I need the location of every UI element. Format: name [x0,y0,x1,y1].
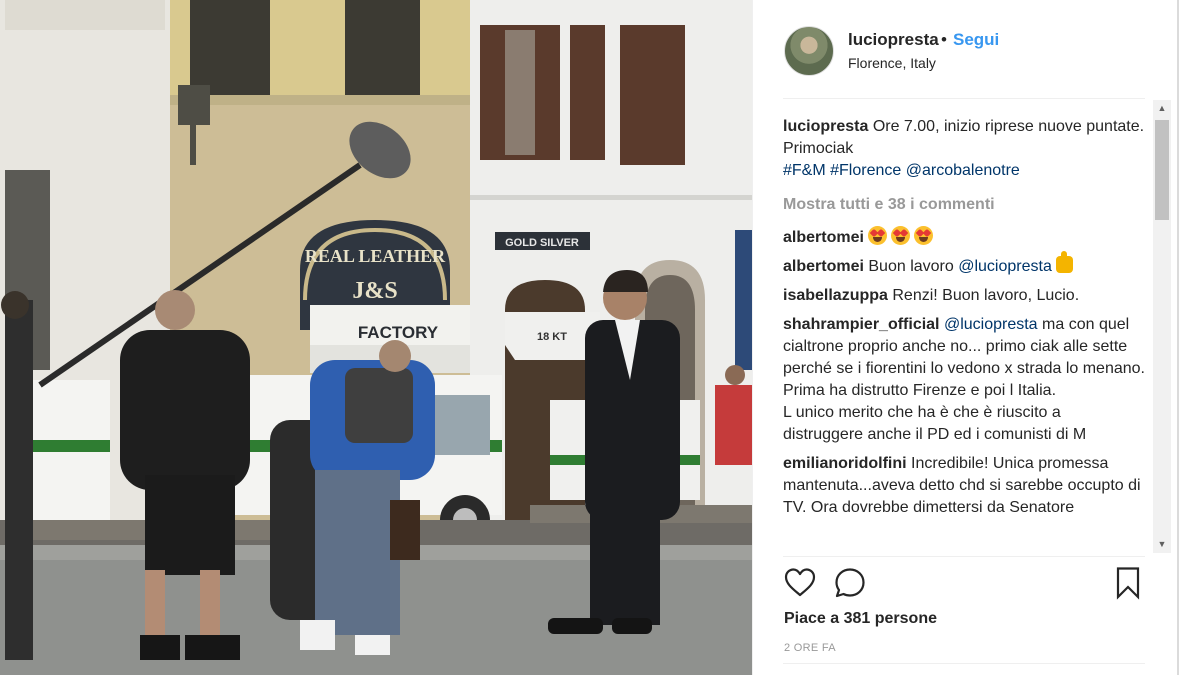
header-username[interactable]: luciopresta [848,30,939,50]
post-details-panel: luciopresta • Segui Florence, Italy luci… [752,0,1179,675]
caption-username[interactable]: luciopresta [783,118,868,135]
comment-text-continued: L unico merito che ha è che è riuscito a… [783,404,1087,443]
mention-arcobalenotre[interactable]: @arcobalenotre [906,162,1020,179]
comment-username[interactable]: emilianoridolfini [783,455,907,472]
sign-leather: REAL LEATHER [305,246,446,266]
sign-kt: 18 KT [537,331,567,343]
comment-username[interactable]: albertomei [783,258,864,275]
location-link[interactable]: Florence, Italy [848,55,936,71]
divider [783,556,1145,557]
hashtag-florence[interactable]: #Florence [830,162,901,179]
comment-text: Renzi! Buon lavoro, Lucio. [892,287,1080,304]
scroll-down-arrow-icon[interactable]: ▼ [1153,536,1171,553]
divider [783,663,1145,664]
comment-mention[interactable]: @luciopresta [944,316,1038,333]
post-header: luciopresta • Segui Florence, Italy [753,0,1173,98]
heart-eyes-emoji-icon [914,226,934,245]
header-dot: • [941,30,947,49]
post-timestamp: 2 ORE FA [784,642,836,654]
comment-username[interactable]: albertomei [783,229,864,246]
sign-gold: GOLD SILVER [505,237,579,249]
comment-mention[interactable]: @luciopresta [958,258,1052,275]
bookmark-icon[interactable] [1111,566,1145,600]
comment-item: albertomei [783,226,1145,249]
scrollbar-thumb[interactable] [1155,120,1169,220]
comment-text: Buon lavoro [868,258,954,275]
comment-item: isabellazuppa Renzi! Buon lavoro, Lucio. [783,285,1145,307]
heart-eyes-emoji-icon [891,226,911,245]
show-all-comments-button[interactable]: Mostra tutti e 38 i commenti [783,194,1145,216]
comment-item: emilianoridolfini Incredibile! Unica pro… [783,453,1145,519]
comments-list[interactable]: luciopresta Ore 7.00, inizio riprese nuo… [783,116,1145,558]
heart-eyes-emoji-icon [868,226,888,245]
sign-js: J&S [352,278,397,304]
follow-button[interactable]: Segui [953,30,999,50]
likes-count[interactable]: Piace a 381 persone [784,610,937,628]
comments-scrollbar[interactable]: ▲ ▼ [1153,100,1171,553]
sign-factory: FACTORY [358,323,439,342]
post-photo[interactable]: REAL LEATHER J&S FACTORY GOLD SILVER 18 … [0,0,752,675]
comment-item: albertomei Buon lavoro @luciopresta [783,251,1145,278]
hashtag-fm[interactable]: #F&M [783,162,826,179]
comment-username[interactable]: shahrampier_official [783,316,940,333]
comment-icon[interactable] [833,566,867,600]
heart-icon[interactable] [783,566,817,600]
caption: luciopresta Ore 7.00, inizio riprese nuo… [783,116,1145,182]
divider [783,98,1145,99]
scroll-up-arrow-icon[interactable]: ▲ [1153,100,1171,117]
comment-item: shahrampier_official @luciopresta ma con… [783,314,1145,446]
comment-username[interactable]: isabellazuppa [783,287,888,304]
street-scene-image: REAL LEATHER J&S FACTORY GOLD SILVER 18 … [0,0,752,675]
action-bar [783,566,1145,602]
thumbs-up-emoji-icon [1055,251,1073,273]
avatar[interactable] [784,26,834,76]
